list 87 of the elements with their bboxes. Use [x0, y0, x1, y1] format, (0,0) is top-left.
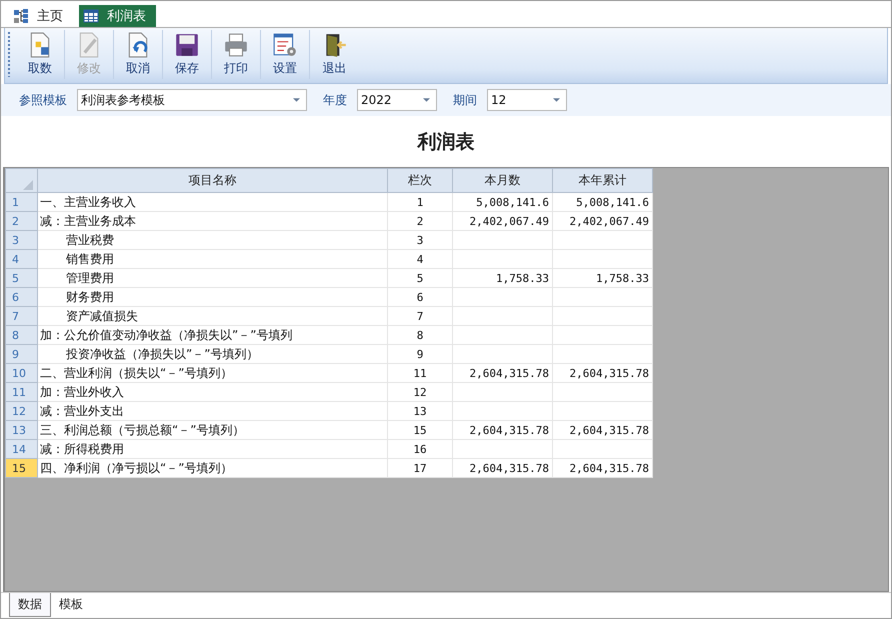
table-cell: 管理费用 — [38, 268, 388, 288]
row-header[interactable]: 14 — [6, 440, 38, 458]
table-cell: 四、净利润（净亏损以“－”号填列） — [38, 458, 388, 478]
toolbar-button[interactable]: 打印 — [212, 30, 261, 79]
toolbar-button[interactable]: 退出 — [310, 30, 359, 79]
row-header[interactable]: 13 — [6, 420, 38, 440]
table-cell: 二、营业利润（损失以“－”号填列） — [38, 364, 388, 382]
table-cell: 8 — [388, 326, 452, 344]
field-label: 年度 — [323, 92, 347, 108]
select-all-icon — [23, 180, 33, 190]
column-header[interactable]: 本月数 — [452, 168, 552, 192]
report-title: 利润表 — [418, 130, 474, 154]
table-cell: 11 — [388, 364, 452, 382]
table-cell: 3 — [388, 230, 452, 250]
table-cell: 5,008,141.6 — [552, 192, 652, 212]
table-cell: 13 — [388, 402, 452, 420]
save-icon — [174, 32, 200, 58]
table-cell: 资产减值损失 — [38, 306, 388, 326]
tab[interactable]: 主页 — [9, 5, 73, 27]
row-header[interactable]: 3 — [6, 230, 38, 250]
table-cell: 4 — [388, 250, 452, 268]
table-cell: 1,758.33 — [552, 268, 652, 288]
dropdown-field[interactable]: 12 — [487, 89, 567, 111]
dropdown-arrow-icon — [423, 98, 430, 102]
table-cell: 2,604,315.78 — [552, 364, 652, 382]
table-cell: 6 — [388, 288, 452, 306]
tab[interactable]: 利润表 — [79, 5, 156, 27]
table-cell: 三、利润总额（亏损总额“－”号填列） — [38, 420, 388, 440]
row-header[interactable]: 11 — [6, 382, 38, 402]
printer-icon — [223, 32, 249, 58]
column-header[interactable]: 项目名称 — [38, 168, 388, 192]
table-cell: 12 — [388, 382, 452, 402]
table-cell: 减：主营业务成本 — [38, 212, 388, 230]
sitemap-icon — [13, 8, 29, 24]
row-header[interactable]: 5 — [6, 268, 38, 288]
row-header[interactable]: 2 — [6, 212, 38, 230]
table-icon — [83, 8, 99, 24]
table-cell: 1 — [388, 192, 452, 212]
table-cell: 2,604,315.78 — [452, 420, 552, 440]
field-label: 期间 — [453, 92, 477, 108]
row-header[interactable]: 10 — [6, 364, 38, 382]
table-cell: 9 — [388, 344, 452, 364]
table-cell: 15 — [388, 420, 452, 440]
column-header[interactable]: 本年累计 — [552, 168, 652, 192]
toolbar-button[interactable]: 设置 — [261, 30, 310, 79]
row-header[interactable]: 7 — [6, 306, 38, 326]
row-header[interactable]: 6 — [6, 288, 38, 306]
table-cell: 减：所得税费用 — [38, 440, 388, 458]
table-cell: 2,604,315.78 — [552, 420, 652, 440]
toolbar-button[interactable]: 保存 — [163, 30, 212, 79]
table-cell: 加：公允价值变动净收益（净损失以”－”号填列 — [38, 326, 388, 344]
dropdown-field[interactable]: 2022 — [357, 89, 437, 111]
row-header[interactable]: 1 — [6, 192, 38, 212]
table-cell: 2,402,067.49 — [552, 212, 652, 230]
table-cell: 5,008,141.6 — [452, 192, 552, 212]
toolbar-button[interactable]: 取数 — [16, 30, 65, 79]
dropdown-arrow-icon — [553, 98, 560, 102]
sheet-tab[interactable]: 数据 — [9, 593, 51, 617]
table-cell: 2,604,315.78 — [552, 458, 652, 478]
table-cell: 减：营业外支出 — [38, 402, 388, 420]
table-cell: 17 — [388, 458, 452, 478]
dropdown-field[interactable]: 利润表参考模板 — [77, 89, 307, 111]
column-header[interactable]: 栏次 — [388, 168, 452, 192]
table-cell: 2,604,315.78 — [452, 364, 552, 382]
table-cell: 7 — [388, 306, 452, 326]
table-cell: 1,758.33 — [452, 268, 552, 288]
table-cell: 加：营业外收入 — [38, 382, 388, 402]
table-cell: 财务费用 — [38, 288, 388, 306]
table-cell: 2 — [388, 212, 452, 230]
toolbar-button[interactable]: 取消 — [114, 30, 163, 79]
table-cell: 一、主营业务收入 — [38, 192, 388, 212]
table-cell: 5 — [388, 268, 452, 288]
row-header[interactable]: 12 — [6, 402, 38, 420]
table-cell: 投资净收益（净损失以”－”号填列） — [38, 344, 388, 364]
table-cell: 销售费用 — [38, 250, 388, 268]
table-cell: 营业税费 — [38, 230, 388, 250]
dropdown-arrow-icon — [293, 98, 300, 102]
settings-icon — [272, 32, 298, 58]
row-header[interactable]: 8 — [6, 326, 38, 344]
table-cell: 2,604,315.78 — [452, 458, 552, 478]
field-label: 参照模板 — [19, 92, 67, 108]
row-header[interactable]: 9 — [6, 344, 38, 364]
sheet-tab[interactable]: 模板 — [51, 593, 91, 616]
table-cell: 16 — [388, 440, 452, 458]
row-header[interactable]: 15 — [6, 458, 38, 478]
row-header[interactable]: 4 — [6, 250, 38, 268]
table-cell: 2,402,067.49 — [452, 212, 552, 230]
